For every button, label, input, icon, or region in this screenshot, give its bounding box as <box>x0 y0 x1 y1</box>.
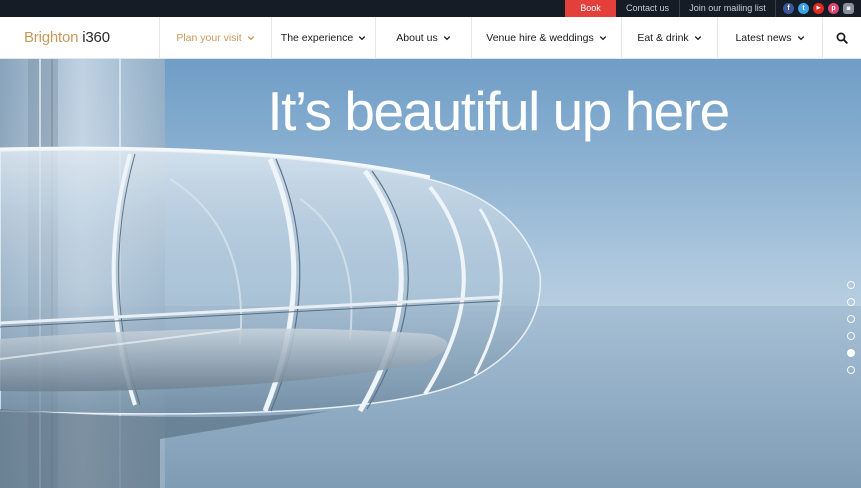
brand-name-brighton: Brighton <box>24 29 79 46</box>
hero-banner: It’s beautiful up here <box>0 59 861 488</box>
brand-logo[interactable]: Brighton i360 <box>0 17 160 58</box>
nav-item-label: Latest news <box>735 31 792 44</box>
search-icon <box>836 32 848 44</box>
chevron-down-icon <box>599 35 606 40</box>
nav-item-eat-drink[interactable]: Eat & drink <box>622 17 718 58</box>
nav-item-label: Plan your visit <box>176 31 242 44</box>
chevron-down-icon <box>797 35 804 40</box>
slide-dot[interactable] <box>847 315 855 323</box>
slide-dot[interactable] <box>847 332 855 340</box>
slide-pager <box>847 281 855 374</box>
nav-item-label: About us <box>396 31 438 44</box>
facebook-icon[interactable]: f <box>783 3 794 14</box>
social-links: f t ▶ p ◙ <box>776 0 861 17</box>
slide-dot[interactable] <box>847 298 855 306</box>
chevron-down-icon <box>443 35 450 40</box>
chevron-down-icon <box>694 35 701 40</box>
nav-item-label: The experience <box>280 31 354 44</box>
nav-item-latest-news[interactable]: Latest news <box>718 17 823 58</box>
book-now-button[interactable]: Book now <box>565 0 616 30</box>
contact-us-link[interactable]: Contact us <box>616 0 680 17</box>
nav-item-label: Venue hire & weddings <box>486 31 594 44</box>
slide-dot-active[interactable] <box>847 349 855 357</box>
mailing-list-link[interactable]: Join our mailing list <box>680 0 776 17</box>
youtube-icon[interactable]: ▶ <box>813 3 824 14</box>
brand-name-i360: i360 <box>82 29 110 46</box>
nav-item-the-experience[interactable]: The experience <box>272 17 376 58</box>
slide-dot[interactable] <box>847 366 855 374</box>
twitter-icon[interactable]: t <box>798 3 809 14</box>
hero-headline: It’s beautiful up here <box>267 80 730 142</box>
nav-item-plan-your-visit[interactable]: Plan your visit <box>160 17 272 58</box>
utility-bar: Book now Contact us Join our mailing lis… <box>0 0 861 30</box>
chevron-down-icon <box>358 35 366 40</box>
main-nav: Brighton i360 Plan your visit The experi… <box>0 17 861 59</box>
nav-item-venue-hire-weddings[interactable]: Venue hire & weddings <box>472 17 622 58</box>
search-button[interactable] <box>823 17 861 58</box>
slide-dot[interactable] <box>847 281 855 289</box>
nav-item-label: Eat & drink <box>637 31 689 44</box>
chevron-down-icon <box>247 35 254 40</box>
pinterest-icon[interactable]: p <box>828 3 839 14</box>
instagram-icon[interactable]: ◙ <box>843 3 854 14</box>
nav-item-about-us[interactable]: About us <box>376 17 472 58</box>
